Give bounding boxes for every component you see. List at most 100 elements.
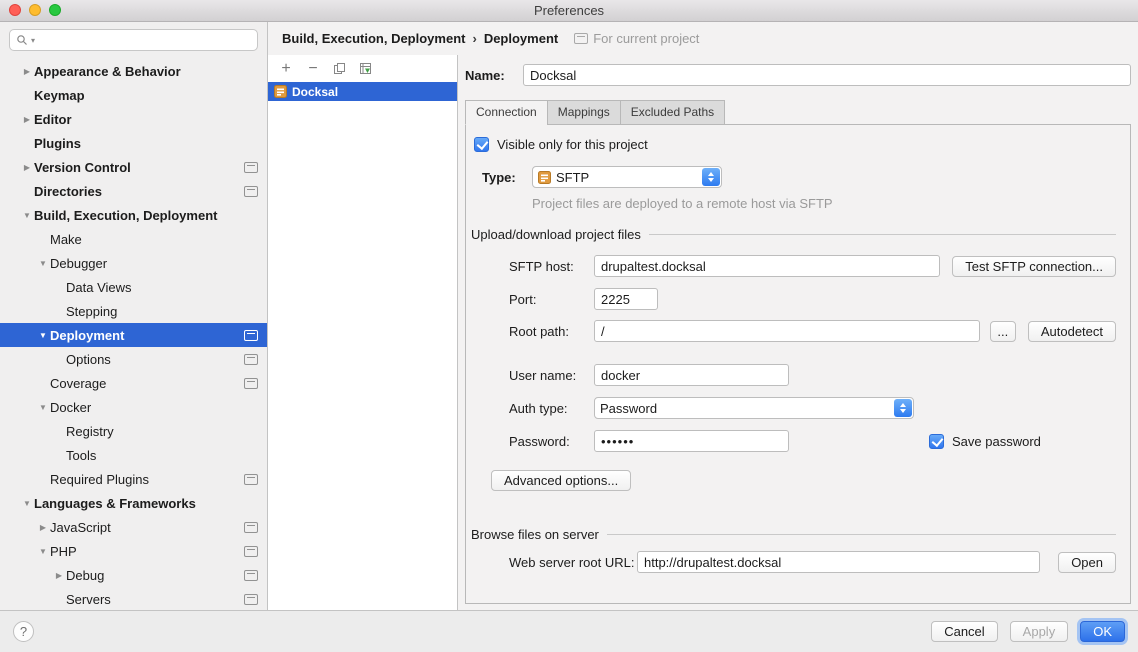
- apply-button[interactable]: Apply: [1010, 621, 1069, 642]
- sidebar-item-php[interactable]: ▼ PHP: [0, 539, 267, 563]
- sftp-host-row: SFTP host: Test SFTP connection...: [509, 255, 1116, 277]
- sidebar-item-version-control[interactable]: ▶ Version Control: [0, 155, 267, 179]
- save-password-checkbox[interactable]: [929, 434, 944, 449]
- tab-mappings[interactable]: Mappings: [547, 100, 621, 125]
- autodetect-button[interactable]: Autodetect: [1028, 321, 1116, 342]
- root-path-row: Root path: ... Autodetect: [509, 320, 1116, 342]
- search-options-caret-icon[interactable]: ▾: [31, 36, 35, 45]
- add-server-button[interactable]: +: [279, 62, 293, 75]
- name-input[interactable]: [523, 64, 1131, 86]
- project-scope-icon: [244, 354, 258, 365]
- arrow-down-icon: [900, 409, 906, 413]
- chevron-down-icon[interactable]: ▼: [36, 259, 50, 268]
- arrow-up-icon: [900, 403, 906, 407]
- sidebar-item-appearance-behavior[interactable]: ▶ Appearance & Behavior: [0, 59, 267, 83]
- sidebar-item-languages-frameworks[interactable]: ▼ Languages & Frameworks: [0, 491, 267, 515]
- auth-type-label: Auth type:: [509, 401, 594, 416]
- name-row: Name:: [465, 64, 1131, 86]
- password-input[interactable]: [594, 430, 789, 452]
- settings-search-input[interactable]: [38, 33, 251, 47]
- web-root-label: Web server root URL:: [509, 555, 637, 570]
- sidebar-item-coverage[interactable]: Coverage: [0, 371, 267, 395]
- visible-project-checkbox[interactable]: [474, 137, 489, 152]
- tab-excluded-paths[interactable]: Excluded Paths: [620, 100, 725, 125]
- zoom-window-button[interactable]: [49, 4, 61, 16]
- server-list-item[interactable]: Docksal: [268, 82, 457, 101]
- sidebar-item-label: Build, Execution, Deployment: [34, 208, 258, 223]
- combo-arrows[interactable]: [894, 399, 912, 417]
- arrow-down-icon: [708, 178, 714, 182]
- sidebar-item-data-views[interactable]: Data Views: [0, 275, 267, 299]
- project-scope-icon: [244, 162, 258, 173]
- ok-button[interactable]: OK: [1080, 621, 1125, 642]
- type-selected-value: SFTP: [556, 170, 589, 185]
- chevron-down-icon[interactable]: ▼: [20, 211, 34, 220]
- user-name-input[interactable]: [594, 364, 789, 386]
- sidebar-item-label: Data Views: [66, 280, 258, 295]
- remove-server-button[interactable]: −: [306, 62, 320, 75]
- sidebar-item-directories[interactable]: Directories: [0, 179, 267, 203]
- sidebar-item-tools[interactable]: Tools: [0, 443, 267, 467]
- sidebar-item-make[interactable]: Make: [0, 227, 267, 251]
- chevron-down-icon[interactable]: ▼: [36, 403, 50, 412]
- arrow-up-icon: [708, 172, 714, 176]
- root-path-input[interactable]: [594, 320, 980, 342]
- advanced-options-button[interactable]: Advanced options...: [491, 470, 631, 491]
- type-select[interactable]: SFTP: [532, 166, 722, 188]
- sidebar-item-docker[interactable]: ▼ Docker: [0, 395, 267, 419]
- password-label: Password:: [509, 434, 594, 449]
- paste-server-button[interactable]: [359, 62, 372, 75]
- sidebar-item-deployment[interactable]: ▼ Deployment: [0, 323, 267, 347]
- chevron-down-icon[interactable]: ▼: [36, 331, 50, 340]
- combo-arrows[interactable]: [702, 168, 720, 186]
- project-scope-icon: [244, 570, 258, 581]
- auth-type-select[interactable]: Password: [594, 397, 914, 419]
- test-sftp-connection-button[interactable]: Test SFTP connection...: [952, 256, 1116, 277]
- project-scope-icon: [244, 594, 258, 605]
- sidebar-item-debug[interactable]: ▶ Debug: [0, 563, 267, 587]
- close-window-button[interactable]: [9, 4, 21, 16]
- browse-root-path-button[interactable]: ...: [990, 321, 1016, 342]
- sidebar-item-options[interactable]: Options: [0, 347, 267, 371]
- sidebar-item-label: Directories: [34, 184, 244, 199]
- help-button[interactable]: ?: [13, 621, 34, 642]
- sidebar-item-keymap[interactable]: Keymap: [0, 83, 267, 107]
- upload-section-title: Upload/download project files: [471, 227, 641, 242]
- sidebar-item-plugins[interactable]: Plugins: [0, 131, 267, 155]
- port-input[interactable]: [594, 288, 658, 310]
- sidebar-item-label: Docker: [50, 400, 258, 415]
- sftp-host-input[interactable]: [594, 255, 940, 277]
- port-label: Port:: [509, 292, 594, 307]
- sidebar-item-label: Registry: [66, 424, 258, 439]
- chevron-right-icon[interactable]: ▶: [20, 67, 34, 76]
- project-scope-icon: [244, 546, 258, 557]
- sidebar-item-required-plugins[interactable]: Required Plugins: [0, 467, 267, 491]
- sidebar-item-debugger[interactable]: ▼ Debugger: [0, 251, 267, 275]
- root-path-label: Root path:: [509, 324, 594, 339]
- open-url-button[interactable]: Open: [1058, 552, 1116, 573]
- chevron-down-icon[interactable]: ▼: [20, 499, 34, 508]
- settings-search-box[interactable]: ▾: [9, 29, 258, 51]
- type-row: Type: SFTP: [482, 166, 1116, 188]
- copy-server-button[interactable]: [333, 62, 346, 75]
- window-titlebar: Preferences: [0, 0, 1138, 22]
- section-divider: [649, 234, 1116, 235]
- cancel-button[interactable]: Cancel: [931, 621, 997, 642]
- chevron-right-icon[interactable]: ▶: [20, 115, 34, 124]
- chevron-right-icon[interactable]: ▶: [36, 523, 50, 532]
- sidebar-item-build-execution-deployment[interactable]: ▼ Build, Execution, Deployment: [0, 203, 267, 227]
- tab-connection[interactable]: Connection: [465, 100, 548, 125]
- sidebar-item-javascript[interactable]: ▶ JavaScript: [0, 515, 267, 539]
- chevron-right-icon[interactable]: ▶: [20, 163, 34, 172]
- chevron-right-icon[interactable]: ▶: [52, 571, 66, 580]
- project-scope-icon: [244, 186, 258, 197]
- sidebar-item-editor[interactable]: ▶ Editor: [0, 107, 267, 131]
- web-root-input[interactable]: [637, 551, 1040, 573]
- minimize-window-button[interactable]: [29, 4, 41, 16]
- sidebar-item-stepping[interactable]: Stepping: [0, 299, 267, 323]
- sidebar-item-servers[interactable]: Servers: [0, 587, 267, 610]
- sidebar-item-label: Version Control: [34, 160, 244, 175]
- breadcrumb-section[interactable]: Build, Execution, Deployment: [282, 31, 465, 46]
- chevron-down-icon[interactable]: ▼: [36, 547, 50, 556]
- sidebar-item-registry[interactable]: Registry: [0, 419, 267, 443]
